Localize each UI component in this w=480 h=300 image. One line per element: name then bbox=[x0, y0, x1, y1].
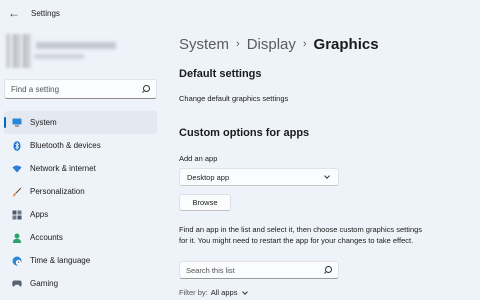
sidebar-nav: System Bluetooth & devices Network & int… bbox=[0, 111, 162, 295]
profile-email-redacted bbox=[34, 54, 84, 59]
sidebar-item-accounts[interactable]: Accounts bbox=[4, 226, 157, 249]
add-app-label: Add an app bbox=[179, 154, 218, 163]
back-arrow-icon: ← bbox=[8, 6, 20, 20]
sidebar-item-label: Personalization bbox=[30, 187, 85, 196]
sidebar-item-apps[interactable]: Apps bbox=[4, 203, 157, 226]
filter-value: All apps bbox=[210, 288, 238, 297]
settings-search-input[interactable] bbox=[11, 84, 141, 94]
breadcrumb: System › Display › Graphics bbox=[179, 34, 379, 54]
search-icon[interactable] bbox=[141, 84, 150, 94]
app-list-search-input[interactable] bbox=[186, 265, 323, 275]
brush-icon bbox=[12, 187, 22, 197]
page-title: Graphics bbox=[313, 35, 379, 53]
breadcrumb-separator: › bbox=[302, 38, 307, 50]
sidebar-item-time-language[interactable]: Time & language bbox=[4, 249, 157, 272]
sidebar-item-label: Time & language bbox=[30, 256, 91, 265]
wifi-icon bbox=[12, 164, 22, 174]
sidebar: System Bluetooth & devices Network & int… bbox=[0, 26, 162, 300]
default-settings-heading: Default settings bbox=[179, 68, 262, 80]
search-icon[interactable] bbox=[323, 265, 332, 275]
settings-search[interactable] bbox=[4, 79, 157, 99]
sidebar-item-label: Accounts bbox=[30, 233, 63, 242]
chevron-down-icon bbox=[323, 173, 331, 181]
breadcrumb-display[interactable]: Display bbox=[247, 36, 296, 53]
sidebar-item-label: Apps bbox=[30, 210, 49, 219]
app-title: Settings bbox=[31, 8, 60, 18]
sidebar-item-label: Bluetooth & devices bbox=[30, 141, 101, 150]
apps-grid-icon bbox=[12, 210, 22, 220]
monitor-icon bbox=[12, 118, 22, 128]
sidebar-item-bluetooth[interactable]: Bluetooth & devices bbox=[4, 134, 157, 157]
gamepad-icon bbox=[12, 279, 22, 289]
browse-button[interactable]: Browse bbox=[179, 194, 231, 211]
app-type-value: Desktop app bbox=[187, 172, 230, 182]
globe-clock-icon bbox=[12, 256, 22, 266]
title-bar: ← Settings bbox=[0, 0, 480, 26]
back-button[interactable]: ← bbox=[3, 2, 25, 24]
user-profile[interactable] bbox=[6, 34, 126, 68]
breadcrumb-system[interactable]: System bbox=[179, 36, 229, 53]
chevron-down-icon bbox=[241, 289, 249, 297]
app-type-dropdown[interactable]: Desktop app bbox=[179, 168, 339, 186]
bluetooth-icon bbox=[12, 140, 22, 151]
avatar bbox=[6, 34, 32, 68]
app-list-search[interactable] bbox=[179, 261, 339, 279]
sidebar-item-network[interactable]: Network & internet bbox=[4, 157, 157, 180]
sidebar-item-personalization[interactable]: Personalization bbox=[4, 180, 157, 203]
filter-dropdown[interactable]: Filter by: All apps bbox=[179, 288, 249, 297]
person-icon bbox=[12, 233, 22, 243]
instructions-text: Find an app in the list and select it, t… bbox=[179, 225, 423, 245]
breadcrumb-separator: › bbox=[236, 38, 240, 50]
change-default-graphics-link[interactable]: Change default graphics settings bbox=[179, 94, 288, 103]
custom-options-heading: Custom options for apps bbox=[179, 127, 310, 139]
sidebar-item-gaming[interactable]: Gaming bbox=[4, 272, 157, 295]
sidebar-item-label: Gaming bbox=[30, 279, 59, 288]
sidebar-item-label: System bbox=[30, 118, 57, 127]
sidebar-item-label: Network & internet bbox=[30, 164, 96, 173]
profile-name-redacted bbox=[36, 42, 116, 49]
sidebar-item-system[interactable]: System bbox=[4, 111, 157, 134]
filter-label: Filter by: bbox=[179, 288, 208, 297]
